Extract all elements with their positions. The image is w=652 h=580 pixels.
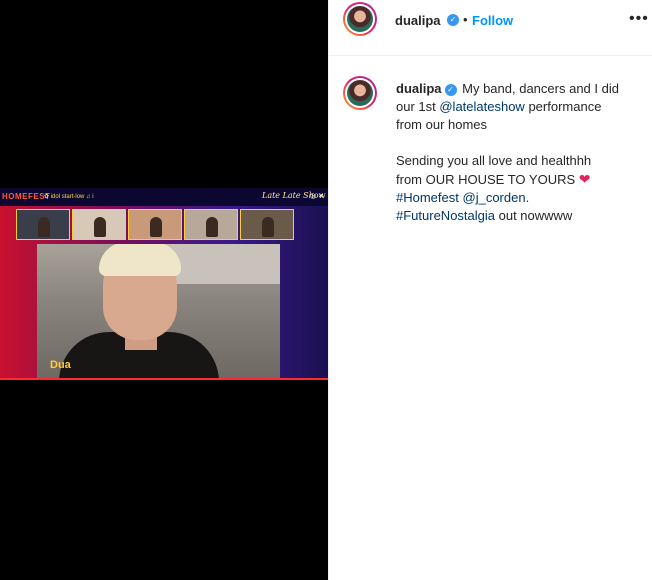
mention-link[interactable]: @latelateshow <box>439 99 524 114</box>
post-media[interactable]: HOMEFEST ✿ idol start-low ♫ i Late Late … <box>0 0 328 580</box>
caption-username[interactable]: dualipa <box>396 81 442 96</box>
hashtag-link[interactable]: #Homefest <box>396 190 459 205</box>
caption-text: My band, dancers and I did <box>462 81 619 96</box>
post-header: dualipa ✓ • Follow ••• <box>329 0 652 56</box>
caption-text: from OUR HOUSE TO YOURS <box>396 172 576 187</box>
video-frame[interactable]: HOMEFEST ✿ idol start-low ♫ i Late Late … <box>0 188 328 380</box>
caption-text: . <box>525 190 530 205</box>
speaker-name-tag: Dua <box>50 359 71 371</box>
post-caption: dualipa ✓ My band, dancers and I did our … <box>396 80 636 225</box>
avatar[interactable] <box>343 2 377 36</box>
caption-text: our 1st <box>396 99 440 114</box>
participant-tile <box>240 209 294 240</box>
participant-tile <box>128 209 182 240</box>
video-bottom-line <box>0 378 328 380</box>
verified-badge-icon: ✓ <box>444 84 457 96</box>
hashtag-link[interactable]: #FutureNostalgia <box>396 208 495 223</box>
video-top-bar: HOMEFEST ✿ idol start-low ♫ i Late Late … <box>0 188 328 206</box>
caption-text: from our homes <box>396 117 488 132</box>
more-options-icon[interactable]: ••• <box>629 10 649 28</box>
participant-tile <box>16 209 70 240</box>
post-side-panel: dualipa ✓ • Follow ••• dualipa ✓ My band,… <box>328 0 652 580</box>
caption-text: Sending you all love and healthhh <box>396 153 592 168</box>
heart-icon: ❤ <box>578 171 591 187</box>
participant-tile <box>184 209 238 240</box>
participant-strip <box>16 209 296 240</box>
caption-text: out nowwww <box>495 208 573 223</box>
main-speaker-view: Dua <box>37 244 280 380</box>
mention-link[interactable]: @j_corden <box>463 190 526 205</box>
video-top-text: ✿ idol start-low ♫ i <box>44 194 94 200</box>
follow-button[interactable]: Follow <box>472 13 513 28</box>
verified-badge-icon: ✓ <box>447 14 459 26</box>
username-link[interactable]: dualipa <box>395 13 441 28</box>
caption-text: performance <box>524 99 602 114</box>
participant-tile <box>72 209 126 240</box>
video-controls[interactable]: ◎ ✕ <box>310 192 324 200</box>
avatar[interactable] <box>343 76 377 110</box>
separator-dot: • <box>463 12 468 27</box>
